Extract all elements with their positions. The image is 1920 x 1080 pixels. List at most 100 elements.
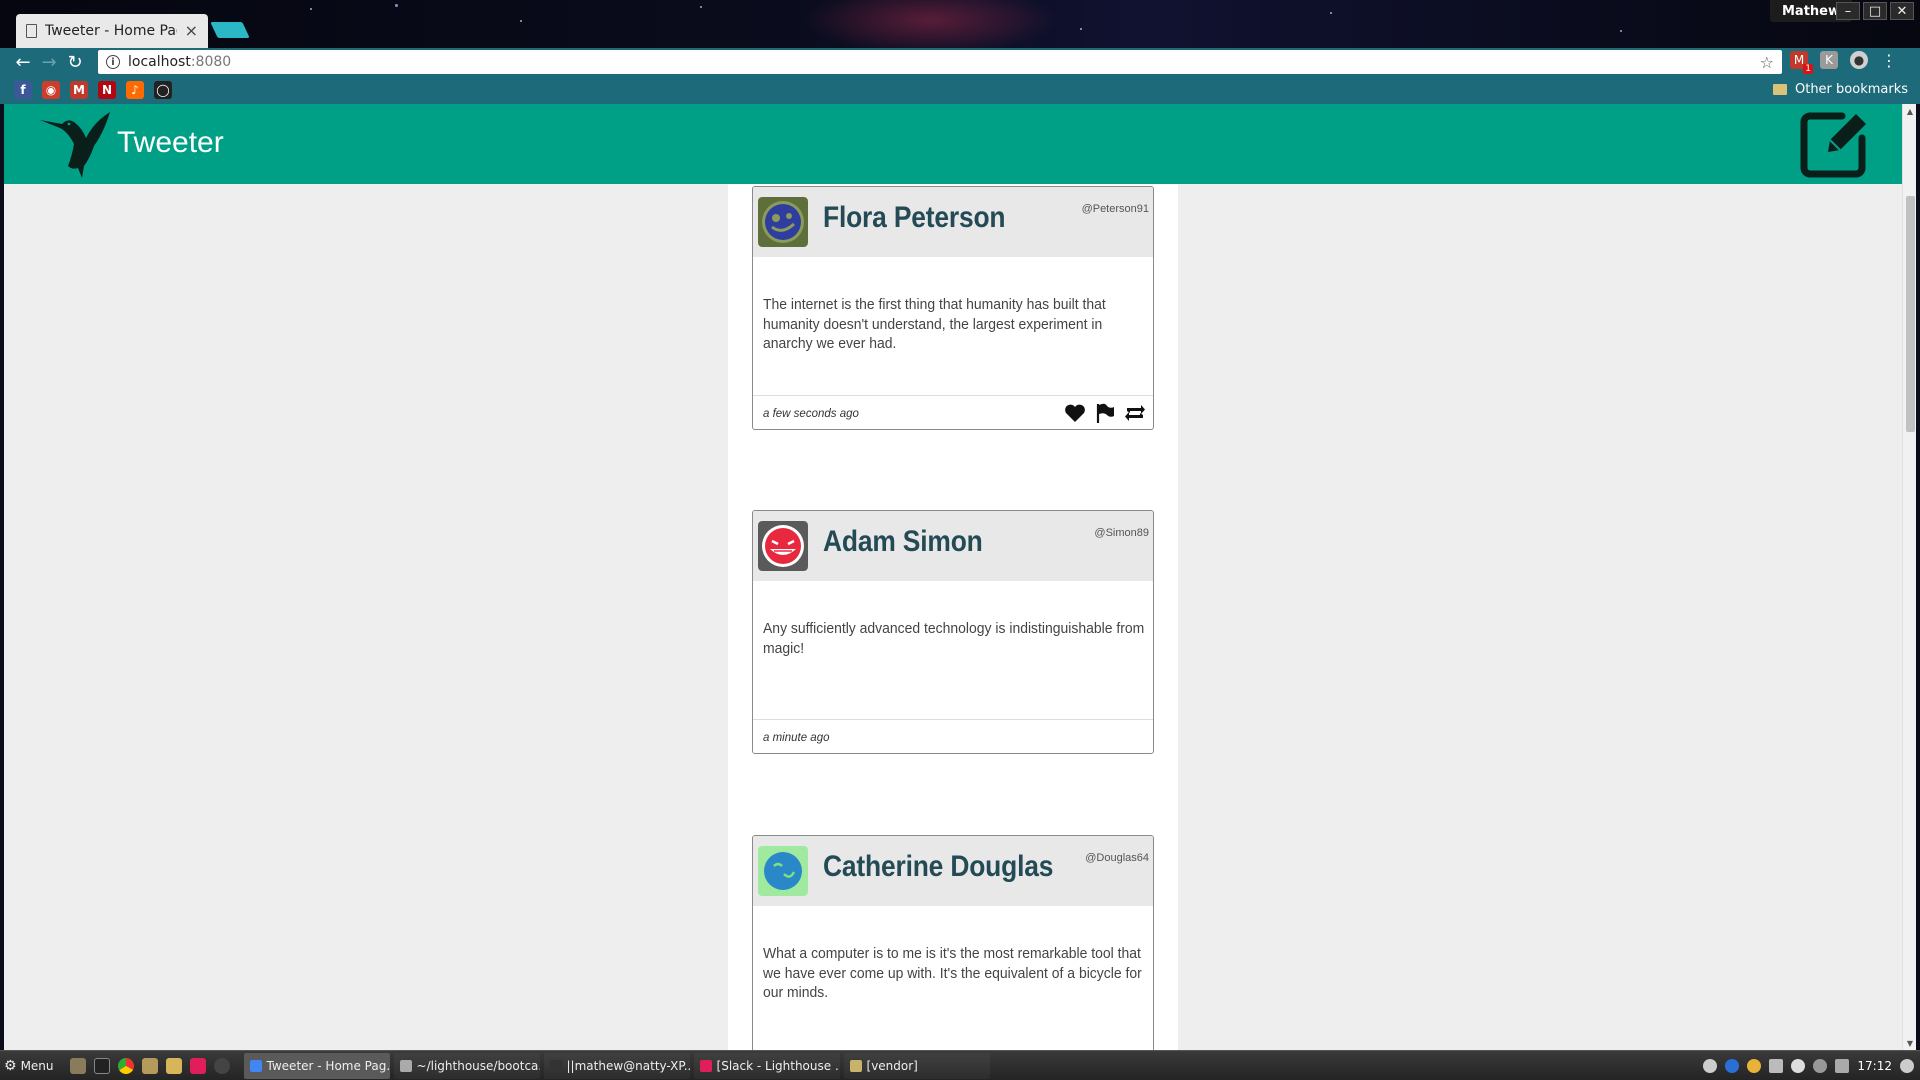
back-button[interactable]: ← — [10, 49, 36, 75]
browser-tab-active[interactable]: Tweeter - Home Page × — [16, 14, 208, 48]
tab-close-button[interactable]: × — [185, 23, 198, 39]
tweet-content: What a computer is to me is it's the mos… — [753, 906, 1153, 1050]
retweet-icon[interactable] — [1123, 402, 1147, 424]
background-star — [310, 8, 312, 10]
browser-toolbar: ← → ↻ i localhost:8080 ☆ M1 K ● ⋮ — [0, 48, 1920, 76]
update-icon[interactable] — [1747, 1059, 1762, 1073]
slack-icon — [699, 1059, 712, 1072]
start-menu-button[interactable]: ⚙ Menu — [0, 1051, 62, 1080]
hummingbird-logo-icon[interactable] — [38, 110, 112, 178]
reload-button[interactable]: ↻ — [62, 49, 88, 75]
author-name: Catherine Douglas — [823, 850, 1054, 883]
screenshot-icon[interactable] — [213, 1057, 230, 1074]
author-name: Adam Simon — [823, 525, 983, 558]
quick-launch — [69, 1057, 230, 1074]
soundcloud-icon[interactable]: ♪ — [126, 81, 144, 99]
forward-button[interactable]: → — [36, 49, 62, 75]
compose-icon[interactable] — [1798, 106, 1872, 180]
page-viewport: Tweeter Flora Peterson @Peterson91 The i… — [4, 104, 1916, 1050]
app-title: Tweeter — [117, 126, 224, 159]
url-port: :8080 — [190, 54, 232, 70]
tweet-timestamp: a few seconds ago — [763, 408, 859, 420]
files-icon[interactable] — [141, 1057, 158, 1074]
download-extension-icon[interactable]: ● — [1850, 51, 1868, 69]
task-item[interactable]: [Slack - Lighthouse ... — [693, 1052, 840, 1079]
tweet-text: Any sufficiently advanced technology is … — [763, 620, 1145, 657]
background-star — [1330, 12, 1332, 14]
author-handle: @Peterson91 — [1081, 203, 1149, 215]
task-item[interactable]: ~/lighthouse/bootca... — [393, 1052, 540, 1079]
window-controls: – □ ✕ — [1836, 2, 1914, 20]
archive-icon[interactable] — [165, 1057, 182, 1074]
tweet-feed: Flora Peterson @Peterson91 The internet … — [728, 184, 1178, 1050]
url-host: localhost — [128, 54, 191, 70]
slack-icon[interactable] — [189, 1057, 206, 1074]
task-label: ||mathew@natty-XP... — [566, 1058, 690, 1073]
tweet-card: Adam Simon @Simon89 Any sufficiently adv… — [752, 510, 1154, 754]
info-icon[interactable]: i — [106, 55, 120, 69]
chrome-icon[interactable] — [117, 1057, 134, 1074]
page-scrollbar[interactable]: ▲ ▼ — [1902, 104, 1916, 1050]
tweet-text: The internet is the first thing that hum… — [763, 296, 1106, 352]
new-tab-button[interactable] — [210, 22, 250, 38]
document-icon — [26, 24, 37, 38]
background-star — [395, 4, 398, 7]
battery-icon[interactable] — [1835, 1059, 1850, 1073]
tweet-footer: a few seconds ago — [753, 395, 1153, 429]
tweet-actions — [1063, 402, 1147, 424]
gmail-icon[interactable]: M — [70, 81, 88, 99]
reddit-icon[interactable]: ◉ — [42, 81, 60, 99]
volume-icon[interactable] — [1900, 1059, 1914, 1073]
gear-icon: ⚙ — [4, 1057, 17, 1074]
tweet-timestamp: a minute ago — [763, 732, 830, 744]
scroll-down-arrow-icon[interactable]: ▼ — [1903, 1036, 1916, 1050]
tweet-content: Any sufficiently advanced technology is … — [753, 581, 1153, 719]
flag-icon[interactable] — [1093, 402, 1117, 424]
task-item[interactable]: Tweeter - Home Pag... — [243, 1052, 390, 1079]
address-bar[interactable]: i localhost:8080 ☆ — [98, 50, 1782, 74]
extension-icons: M1 K ● ⋮ — [1790, 51, 1898, 74]
close-window-button[interactable]: ✕ — [1890, 2, 1914, 20]
task-item[interactable]: ||mathew@natty-XP... — [543, 1052, 690, 1079]
gmail-extension-icon[interactable]: M1 — [1790, 51, 1813, 74]
scroll-thumb[interactable] — [1906, 196, 1915, 432]
author-handle: @Douglas64 — [1085, 852, 1149, 864]
editor-icon — [399, 1059, 412, 1072]
user-icon[interactable] — [1791, 1059, 1806, 1073]
tweet-card: Catherine Douglas @Douglas64 What a comp… — [752, 835, 1154, 1050]
tweet-footer: a minute ago — [753, 719, 1153, 753]
other-bookmarks-label: Other bookmarks — [1794, 82, 1908, 97]
clock[interactable]: 17:12 — [1857, 1059, 1892, 1073]
background-star — [1620, 30, 1622, 32]
settings-icon[interactable] — [1703, 1059, 1718, 1073]
tab-title: Tweeter - Home Page — [45, 23, 177, 39]
avatar[interactable] — [758, 521, 808, 571]
clipboard-icon[interactable] — [1769, 1059, 1784, 1073]
bookmark-star-icon[interactable]: ☆ — [1760, 53, 1774, 72]
avatar[interactable] — [758, 197, 808, 247]
other-bookmarks[interactable]: Other bookmarks — [1772, 82, 1908, 97]
like-heart-icon[interactable] — [1063, 402, 1087, 424]
task-item[interactable]: [vendor] — [843, 1052, 990, 1079]
facebook-icon[interactable]: f — [14, 81, 32, 99]
terminal-icon[interactable] — [93, 1057, 110, 1074]
netflix-icon[interactable]: N — [98, 81, 116, 99]
network-icon[interactable] — [1813, 1059, 1828, 1073]
task-label: [Slack - Lighthouse ... — [716, 1058, 840, 1073]
maximize-button[interactable]: □ — [1863, 2, 1887, 20]
author-name: Flora Peterson — [823, 201, 1006, 234]
minimize-button[interactable]: – — [1836, 2, 1860, 20]
avatar[interactable] — [758, 846, 808, 896]
tweet-card: Flora Peterson @Peterson91 The internet … — [752, 186, 1154, 430]
task-label: [vendor] — [866, 1058, 918, 1073]
bluetooth-icon[interactable] — [1725, 1059, 1740, 1073]
scroll-up-arrow-icon[interactable]: ▲ — [1903, 104, 1916, 118]
browser-menu-icon[interactable]: ⋮ — [1880, 51, 1898, 70]
github-icon[interactable]: ◯ — [154, 81, 172, 99]
tweet-header: Catherine Douglas @Douglas64 — [753, 836, 1153, 906]
extension-icon[interactable]: K — [1820, 51, 1838, 69]
show-desktop-icon[interactable] — [69, 1057, 86, 1074]
terminal-icon — [549, 1059, 562, 1072]
tweet-header: Flora Peterson @Peterson91 — [753, 187, 1153, 257]
menu-label: Menu — [20, 1058, 54, 1073]
